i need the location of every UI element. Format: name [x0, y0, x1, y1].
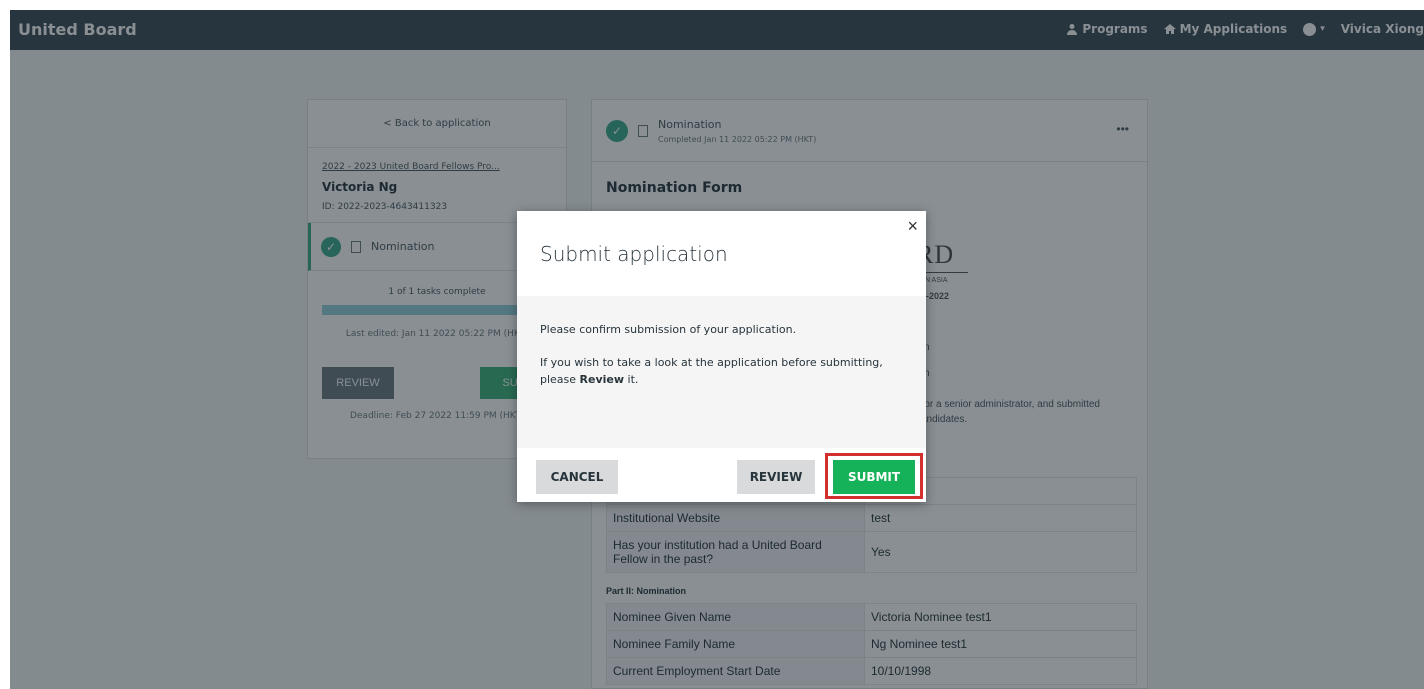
review-emphasis: Review — [579, 373, 625, 386]
cancel-button[interactable]: CANCEL — [536, 460, 618, 494]
review-hint-text: If you wish to take a look at the applic… — [540, 356, 883, 386]
submit-button[interactable]: SUBMIT — [833, 460, 915, 494]
submit-application-modal: Submit application × Please confirm subm… — [517, 211, 926, 502]
modal-footer: CANCEL REVIEW SUBMIT — [517, 448, 926, 502]
modal-header: Submit application × — [517, 211, 926, 296]
modal-title: Submit application — [540, 242, 728, 266]
confirm-text: Please confirm submission of your applic… — [540, 323, 797, 336]
review-button[interactable]: REVIEW — [737, 460, 815, 494]
modal-body: Please confirm submission of your applic… — [517, 296, 926, 448]
close-icon[interactable]: × — [907, 216, 918, 237]
